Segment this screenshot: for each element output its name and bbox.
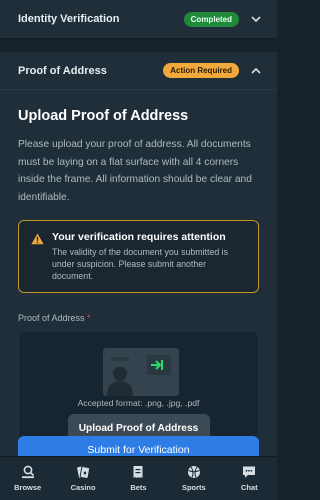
proof-of-address-section: Proof of Address Action Required Upload …: [0, 52, 277, 500]
upload-description: Please upload your proof of address. All…: [18, 139, 252, 203]
field-label-text: Proof of Address: [18, 313, 85, 323]
identity-header-right: Completed: [183, 11, 263, 27]
nav-bets[interactable]: Bets: [113, 465, 163, 492]
warning-icon: [31, 232, 44, 282]
nav-casino[interactable]: Casino: [58, 465, 108, 492]
verification-alert: Your verification requires attention The…: [18, 220, 259, 293]
address-header-right: Action Required: [163, 63, 263, 78]
chevron-down-icon[interactable]: [249, 12, 263, 26]
casino-icon: [77, 466, 91, 479]
nav-browse-label: Browse: [14, 483, 42, 492]
browse-icon: [21, 465, 34, 479]
nav-bets-label: Bets: [130, 483, 147, 492]
proof-of-address-header[interactable]: Proof of Address Action Required: [0, 52, 277, 90]
nav-browse[interactable]: Browse: [3, 465, 53, 492]
alert-title: Your verification requires attention: [52, 231, 226, 243]
proof-of-address-field-label: Proof of Address *: [18, 313, 259, 323]
required-mark: *: [87, 313, 91, 323]
chat-icon: [243, 466, 256, 478]
action-required-badge: Action Required: [163, 63, 239, 78]
id-card-upload-icon: [103, 348, 179, 401]
alert-text: Your verification requires attention The…: [52, 231, 246, 282]
completed-badge: Completed: [183, 11, 239, 27]
proof-of-address-title: Proof of Address: [18, 64, 107, 77]
identity-verification-header[interactable]: Identity Verification Completed: [0, 0, 277, 38]
nav-chat-label: Chat: [240, 483, 258, 492]
chevron-up-icon[interactable]: [249, 64, 263, 78]
section-gap: [0, 39, 277, 52]
nav-casino-label: Casino: [70, 483, 96, 492]
sports-icon: [187, 466, 200, 478]
nav-sports-label: Sports: [181, 483, 206, 492]
upload-title: Upload Proof of Address: [18, 108, 189, 124]
identity-verification-section: Identity Verification Completed: [0, 0, 277, 39]
accepted-formats: Accepted format: .png, .jpg, .pdf: [77, 398, 200, 408]
alert-body: The validity of the document you submitt…: [52, 247, 229, 281]
identity-verification-title: Identity Verification: [18, 13, 120, 25]
nav-chat[interactable]: Chat: [224, 465, 274, 492]
bets-icon: [133, 466, 143, 478]
bottom-nav: Browse Casino Bets Sports Chat: [0, 456, 277, 500]
nav-sports[interactable]: Sports: [169, 465, 219, 492]
